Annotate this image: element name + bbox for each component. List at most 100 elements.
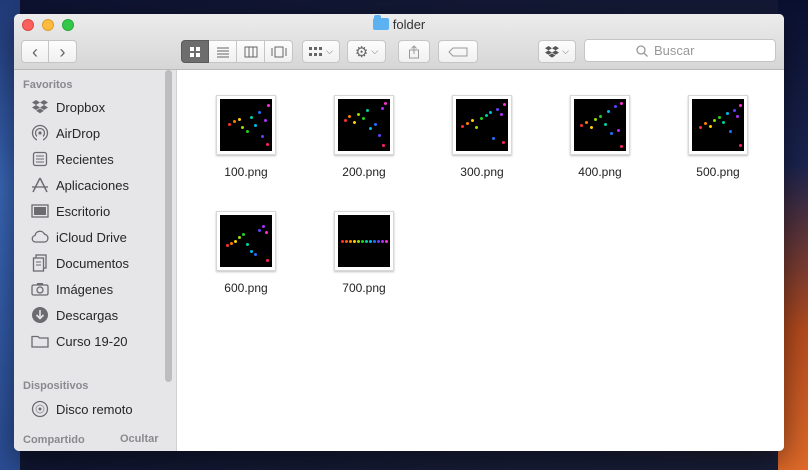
titlebar: folder ‹ › ⌵ ⚙ ⌵ ⌵ Buscar bbox=[14, 14, 784, 70]
sidebar-item-label: Dropbox bbox=[56, 99, 106, 115]
share-button[interactable] bbox=[398, 40, 430, 63]
file-thumbnail bbox=[452, 95, 512, 155]
sidebar-item-imagenes[interactable]: Imágenes bbox=[30, 278, 170, 300]
file-thumbnail bbox=[334, 211, 394, 271]
document-icon bbox=[30, 254, 50, 272]
scatter-dots-image bbox=[456, 99, 508, 151]
file-name: 500.png bbox=[696, 165, 740, 179]
grid-icon bbox=[190, 46, 200, 57]
file-name: 700.png bbox=[342, 281, 386, 295]
sidebar-scrollbar[interactable] bbox=[165, 70, 172, 382]
icon-view-button[interactable] bbox=[181, 40, 209, 63]
file-item[interactable]: 100.png bbox=[201, 95, 291, 195]
disc-icon bbox=[30, 400, 50, 418]
scatter-dots-image bbox=[220, 215, 272, 267]
gallery-view-button[interactable] bbox=[265, 40, 293, 63]
file-name: 400.png bbox=[578, 165, 622, 179]
file-item[interactable]: 700.png bbox=[319, 211, 409, 311]
file-thumbnail bbox=[216, 95, 276, 155]
file-item[interactable]: 200.png bbox=[319, 95, 409, 195]
sidebar-item-label: Escritorio bbox=[56, 203, 111, 219]
file-name: 600.png bbox=[224, 281, 268, 295]
chevron-down-icon: ⌵ bbox=[371, 46, 379, 56]
dropbox-toolbar-button[interactable]: ⌵ bbox=[538, 40, 576, 63]
file-name: 200.png bbox=[342, 165, 386, 179]
sidebar-item-curso-19-20[interactable]: Curso 19-20 bbox=[30, 330, 170, 352]
scatter-dots-image bbox=[574, 99, 626, 151]
sidebar-item-documentos[interactable]: Documentos bbox=[30, 252, 170, 274]
sidebar-item-label: Recientes bbox=[56, 151, 114, 167]
tags-button[interactable] bbox=[438, 40, 478, 63]
list-view-button[interactable] bbox=[209, 40, 237, 63]
file-browser-content: 100.png 200.png 300.png 400.png 500.png bbox=[178, 71, 784, 451]
columns-icon bbox=[244, 46, 257, 57]
scatter-dots-image bbox=[692, 99, 744, 151]
file-item[interactable]: 400.png bbox=[555, 95, 645, 195]
file-thumbnail bbox=[570, 95, 630, 155]
sidebar-item-label: Aplicaciones bbox=[56, 177, 129, 193]
sidebar-item-recientes[interactable]: Recientes bbox=[30, 148, 170, 170]
gallery-icon bbox=[271, 46, 286, 57]
window-title: folder bbox=[392, 17, 426, 32]
search-icon bbox=[636, 44, 648, 57]
list-icon bbox=[216, 47, 229, 57]
finder-window: folder ‹ › ⌵ ⚙ ⌵ ⌵ Buscar Favoritos Drop… bbox=[14, 14, 784, 451]
file-name: 100.png bbox=[224, 165, 268, 179]
column-view-button[interactable] bbox=[237, 40, 265, 63]
action-menu-button[interactable]: ⚙ ⌵ bbox=[347, 40, 386, 63]
search-input[interactable] bbox=[654, 43, 724, 58]
view-mode-segmented-control bbox=[181, 40, 293, 63]
chevron-left-icon: ‹ bbox=[32, 41, 38, 62]
cloud-icon bbox=[30, 228, 50, 246]
sidebar-item-airdrop[interactable]: AirDrop bbox=[30, 122, 170, 144]
sidebar-item-label: Documentos bbox=[56, 255, 129, 271]
desktop-icon bbox=[30, 202, 50, 220]
line-dots-image bbox=[338, 215, 390, 267]
chevron-right-icon: › bbox=[59, 41, 66, 62]
hide-shared-button[interactable]: Ocultar bbox=[120, 433, 159, 445]
chevron-down-icon: ⌵ bbox=[326, 46, 333, 56]
file-name: 300.png bbox=[460, 165, 504, 179]
sidebar-item-descargas[interactable]: Descargas bbox=[30, 304, 170, 326]
folder-icon bbox=[30, 332, 50, 350]
sidebar-item-disco-remoto[interactable]: Disco remoto bbox=[30, 398, 170, 420]
applications-icon bbox=[30, 176, 50, 194]
folder-icon bbox=[372, 15, 389, 30]
camera-icon bbox=[30, 280, 50, 298]
file-thumbnail bbox=[334, 95, 394, 155]
favorites-header: Favoritos bbox=[23, 79, 73, 91]
sidebar-item-label: Imágenes bbox=[56, 281, 114, 297]
file-item[interactable]: 600.png bbox=[201, 211, 291, 311]
share-icon bbox=[409, 44, 419, 58]
scatter-dots-image bbox=[338, 99, 390, 151]
sidebar-item-label: Curso 19-20 bbox=[56, 333, 128, 349]
file-item[interactable]: 300.png bbox=[437, 95, 527, 195]
dropbox-icon bbox=[30, 98, 50, 116]
sidebar-item-label: Descargas bbox=[56, 307, 119, 323]
sidebar-item-icloud-drive[interactable]: iCloud Drive bbox=[30, 226, 170, 248]
file-item[interactable]: 500.png bbox=[673, 95, 763, 195]
sidebar-item-dropbox[interactable]: Dropbox bbox=[30, 96, 170, 118]
devices-header: Dispositivos bbox=[23, 380, 89, 392]
download-icon bbox=[30, 306, 50, 324]
sidebar: Favoritos Dropbox AirDrop Recientes Apli… bbox=[14, 70, 177, 451]
navigation-buttons: ‹ › bbox=[21, 40, 77, 63]
forward-button[interactable]: › bbox=[49, 40, 77, 63]
sidebar-item-label: Disco remoto bbox=[56, 401, 133, 417]
recents-icon bbox=[30, 150, 50, 168]
gear-icon: ⚙ bbox=[354, 43, 369, 61]
dropbox-icon bbox=[545, 45, 560, 58]
group-by-button[interactable]: ⌵ bbox=[302, 40, 340, 63]
sidebar-item-label: AirDrop bbox=[56, 125, 101, 141]
file-thumbnail bbox=[216, 211, 276, 271]
back-button[interactable]: ‹ bbox=[21, 40, 49, 63]
scatter-dots-image bbox=[220, 99, 272, 151]
chevron-down-icon: ⌵ bbox=[562, 46, 569, 56]
sidebar-item-aplicaciones[interactable]: Aplicaciones bbox=[30, 174, 170, 196]
window-title-area: folder bbox=[14, 15, 784, 32]
shared-header: Compartido bbox=[23, 434, 85, 446]
file-thumbnail bbox=[688, 95, 748, 155]
sidebar-item-escritorio[interactable]: Escritorio bbox=[30, 200, 170, 222]
tag-icon bbox=[448, 47, 468, 56]
search-field[interactable] bbox=[584, 39, 776, 62]
